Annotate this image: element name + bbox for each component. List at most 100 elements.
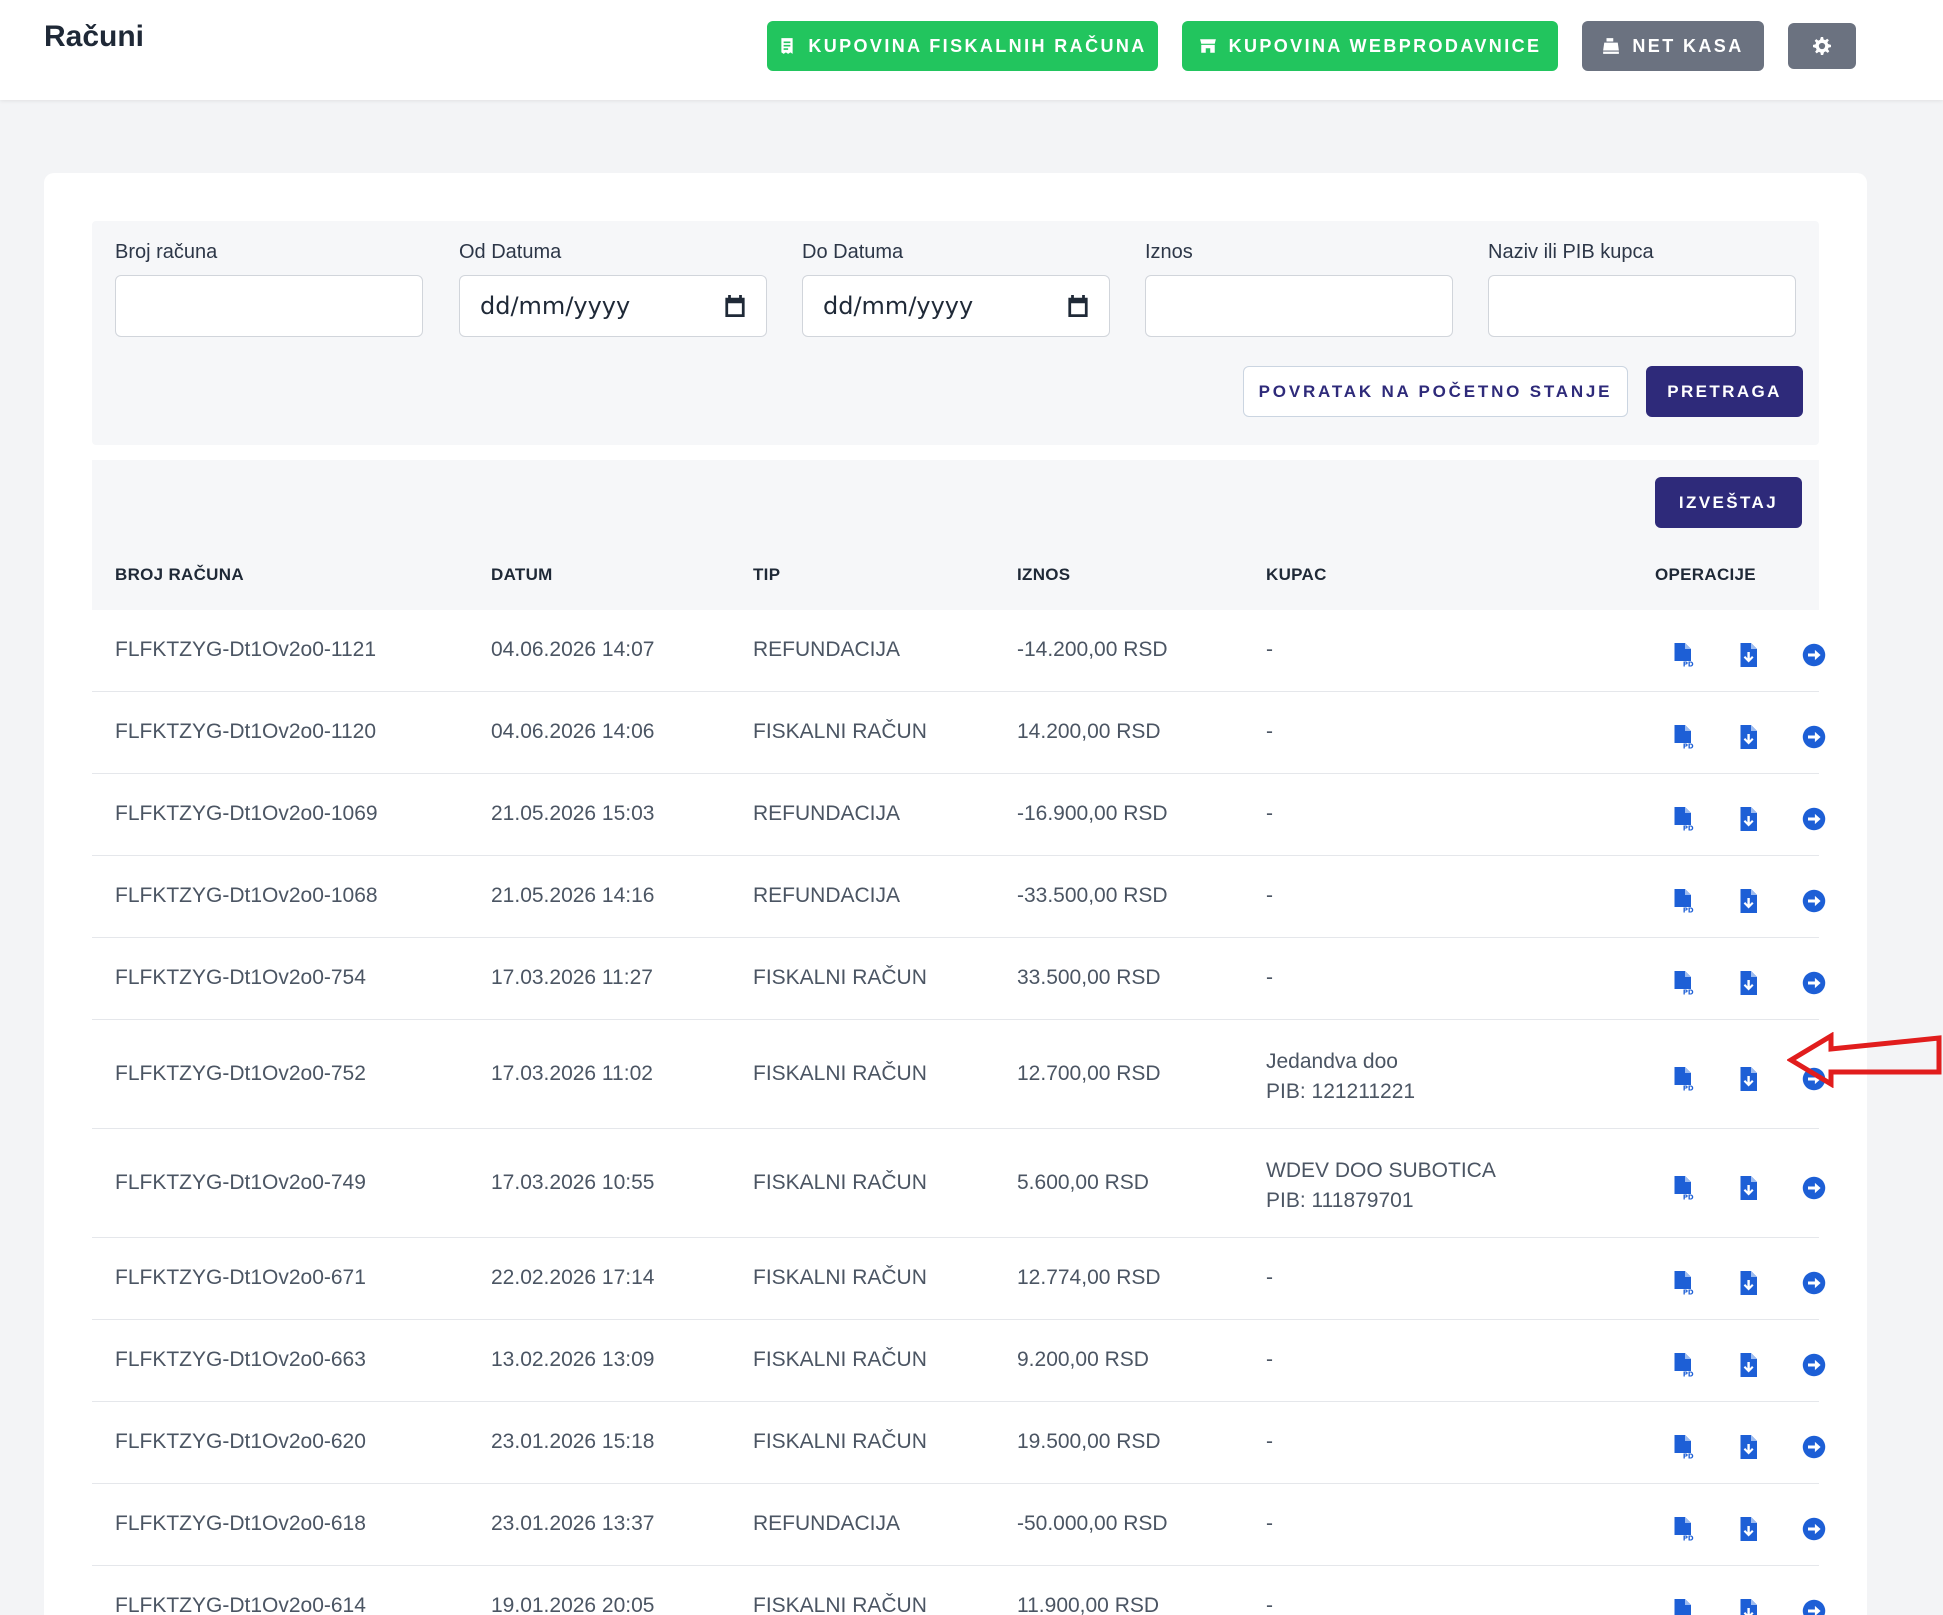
- date-to-input[interactable]: dd/mm/yyyy: [802, 275, 1110, 337]
- arrow-circle-right-icon[interactable]: [1801, 642, 1827, 668]
- amount-input[interactable]: [1145, 275, 1453, 337]
- file-download-icon[interactable]: [1735, 888, 1761, 914]
- date-from-label: Od Datuma: [459, 241, 562, 263]
- receipt-date: 17.03.2026 11:02: [491, 1061, 653, 1085]
- calendar-icon[interactable]: [724, 295, 746, 317]
- receipt-number-input[interactable]: [115, 275, 423, 337]
- arrow-circle-right-icon[interactable]: [1801, 1516, 1827, 1542]
- file-download-icon[interactable]: [1735, 1270, 1761, 1296]
- receipt-amount: -16.900,00 RSD: [1017, 802, 1168, 825]
- file-pdf-icon[interactable]: PDF: [1669, 1598, 1695, 1615]
- customer-name: -: [1266, 638, 1273, 661]
- net-kasa-label: NET KASA: [1632, 35, 1744, 56]
- file-pdf-icon[interactable]: PDF: [1669, 1175, 1695, 1201]
- receipt-date: 17.03.2026 10:55: [491, 1170, 655, 1194]
- report-button[interactable]: IZVEŠTAJ: [1655, 477, 1802, 528]
- customer-input[interactable]: [1488, 275, 1796, 337]
- customer-name: -: [1266, 1512, 1273, 1535]
- row-operations: PDF: [1669, 642, 1869, 672]
- arrow-circle-right-icon[interactable]: [1801, 1352, 1827, 1378]
- file-pdf-icon[interactable]: PDF: [1669, 724, 1695, 750]
- arrow-circle-right-icon[interactable]: [1801, 806, 1827, 832]
- file-download-icon[interactable]: [1735, 642, 1761, 668]
- receipt-type: REFUNDACIJA: [753, 884, 901, 907]
- receipt-number: FLFKTZYG-Dt1Ov2o0-618: [115, 1512, 366, 1535]
- receipt-amount: 19.500,00 RSD: [1017, 1430, 1161, 1453]
- receipt-number: FLFKTZYG-Dt1Ov2o0-1120: [115, 720, 377, 743]
- receipt-date: 19.01.2026 20:05: [491, 1594, 655, 1615]
- receipt-number: FLFKTZYG-Dt1Ov2o0-752: [115, 1061, 366, 1085]
- receipt-amount: 33.500,00 RSD: [1017, 966, 1161, 989]
- file-pdf-icon[interactable]: PDF: [1669, 1434, 1695, 1460]
- file-download-icon[interactable]: [1735, 1175, 1761, 1201]
- table-row: FLFKTZYG-Dt1Ov2o0-671 22.02.2026 17:14 FIS…: [92, 1238, 1826, 1320]
- column-header-receipt-number: BROJ RAČUNA: [115, 565, 244, 584]
- file-download-icon[interactable]: [1735, 1516, 1761, 1542]
- customer-name: -: [1266, 1266, 1273, 1289]
- receipt-amount: 14.200,00 RSD: [1017, 720, 1161, 743]
- column-header-type: TIP: [753, 565, 781, 584]
- date-from-value: dd/mm/yyyy: [480, 292, 631, 320]
- arrow-circle-right-icon[interactable]: [1801, 888, 1827, 914]
- customer-name: -: [1266, 1594, 1273, 1615]
- file-pdf-icon[interactable]: PDF: [1669, 1270, 1695, 1296]
- table-header-panel: [92, 460, 1819, 610]
- file-download-icon[interactable]: [1735, 1352, 1761, 1378]
- file-pdf-icon[interactable]: PDF: [1669, 888, 1695, 914]
- settings-button[interactable]: [1788, 23, 1856, 69]
- table-row: FLFKTZYG-Dt1Ov2o0-1120 04.06.2026 14:06 FI…: [92, 692, 1826, 774]
- calendar-icon[interactable]: [1067, 295, 1089, 317]
- file-pdf-icon[interactable]: PDF: [1669, 642, 1695, 668]
- buy-fiscal-receipts-button[interactable]: KUPOVINA FISKALNIH RAČUNA: [767, 21, 1158, 71]
- arrow-circle-right-icon[interactable]: [1801, 1175, 1827, 1201]
- receipt-amount: 11.900,00 RSD: [1017, 1594, 1160, 1615]
- arrow-circle-right-icon[interactable]: [1801, 1598, 1827, 1615]
- store-icon: [1199, 39, 1216, 53]
- page-title: Računi: [44, 20, 145, 53]
- svg-text:PDF: PDF: [1683, 824, 1694, 831]
- customer-name: -: [1266, 802, 1273, 825]
- receipt-amount: 12.700,00 RSD: [1017, 1061, 1161, 1085]
- receipt-date: 21.05.2026 15:03: [491, 802, 655, 825]
- date-from-input[interactable]: dd/mm/yyyy: [459, 275, 767, 337]
- file-download-icon[interactable]: [1735, 1066, 1761, 1092]
- svg-text:PDF: PDF: [1683, 988, 1694, 995]
- receipt-number-label: Broj računa: [115, 241, 218, 263]
- receipt-amount: 9.200,00 RSD: [1017, 1348, 1149, 1371]
- file-pdf-icon[interactable]: PDF: [1669, 1066, 1695, 1092]
- receipt-type: FISKALNI RAČUN: [753, 1430, 927, 1453]
- file-download-icon[interactable]: [1735, 1434, 1761, 1460]
- column-header-operations: OPERACIJE: [1655, 565, 1756, 584]
- file-download-icon[interactable]: [1735, 970, 1761, 996]
- customer-pib: PIB: 111879701: [1266, 1188, 1414, 1212]
- file-pdf-icon[interactable]: PDF: [1669, 806, 1695, 832]
- search-button[interactable]: PRETRAGA: [1646, 366, 1803, 417]
- receipts-card: Broj računa Od Datuma Do Datuma Iznos Na…: [44, 173, 1867, 1615]
- customer-name: -: [1266, 966, 1273, 989]
- receipt-type: FISKALNI RAČUN: [753, 1170, 927, 1194]
- file-pdf-icon[interactable]: PDF: [1669, 1516, 1695, 1542]
- file-pdf-icon[interactable]: PDF: [1669, 970, 1695, 996]
- arrow-circle-right-icon[interactable]: [1801, 970, 1827, 996]
- file-download-icon[interactable]: [1735, 1598, 1761, 1615]
- receipt-date: 04.06.2026 14:07: [491, 638, 655, 661]
- table-row: FLFKTZYG-Dt1Ov2o0-752 17.03.2026 11:02 FIS…: [92, 1020, 1826, 1129]
- reset-filters-button[interactable]: POVRATAK NA POČETNO STANJE: [1243, 366, 1628, 417]
- customer-label: Naziv ili PIB kupca: [1488, 241, 1654, 263]
- net-kasa-button[interactable]: NET KASA: [1582, 21, 1764, 71]
- arrow-circle-right-icon[interactable]: [1801, 724, 1827, 750]
- receipt-date: 04.06.2026 14:06: [491, 720, 655, 743]
- amount-label: Iznos: [1145, 241, 1193, 263]
- arrow-circle-right-icon[interactable]: [1801, 1270, 1827, 1296]
- file-pdf-icon[interactable]: PDF: [1669, 1352, 1695, 1378]
- buy-webshop-button[interactable]: KUPOVINA WEBPRODAVNICE: [1182, 21, 1558, 71]
- receipt-type: FISKALNI RAČUN: [753, 1594, 927, 1615]
- file-download-icon[interactable]: [1735, 724, 1761, 750]
- receipt-icon: [781, 38, 793, 54]
- column-header-date: DATUM: [491, 565, 553, 584]
- table-row: FLFKTZYG-Dt1Ov2o0-620 23.01.2026 15:18 FIS…: [92, 1402, 1826, 1484]
- file-download-icon[interactable]: [1735, 806, 1761, 832]
- top-bar: Računi KUPOVINA FISKALNIH RAČUNA KUPOVIN…: [0, 0, 1943, 100]
- arrow-circle-right-icon[interactable]: [1801, 1434, 1827, 1460]
- row-operations: PDF: [1669, 970, 1869, 1000]
